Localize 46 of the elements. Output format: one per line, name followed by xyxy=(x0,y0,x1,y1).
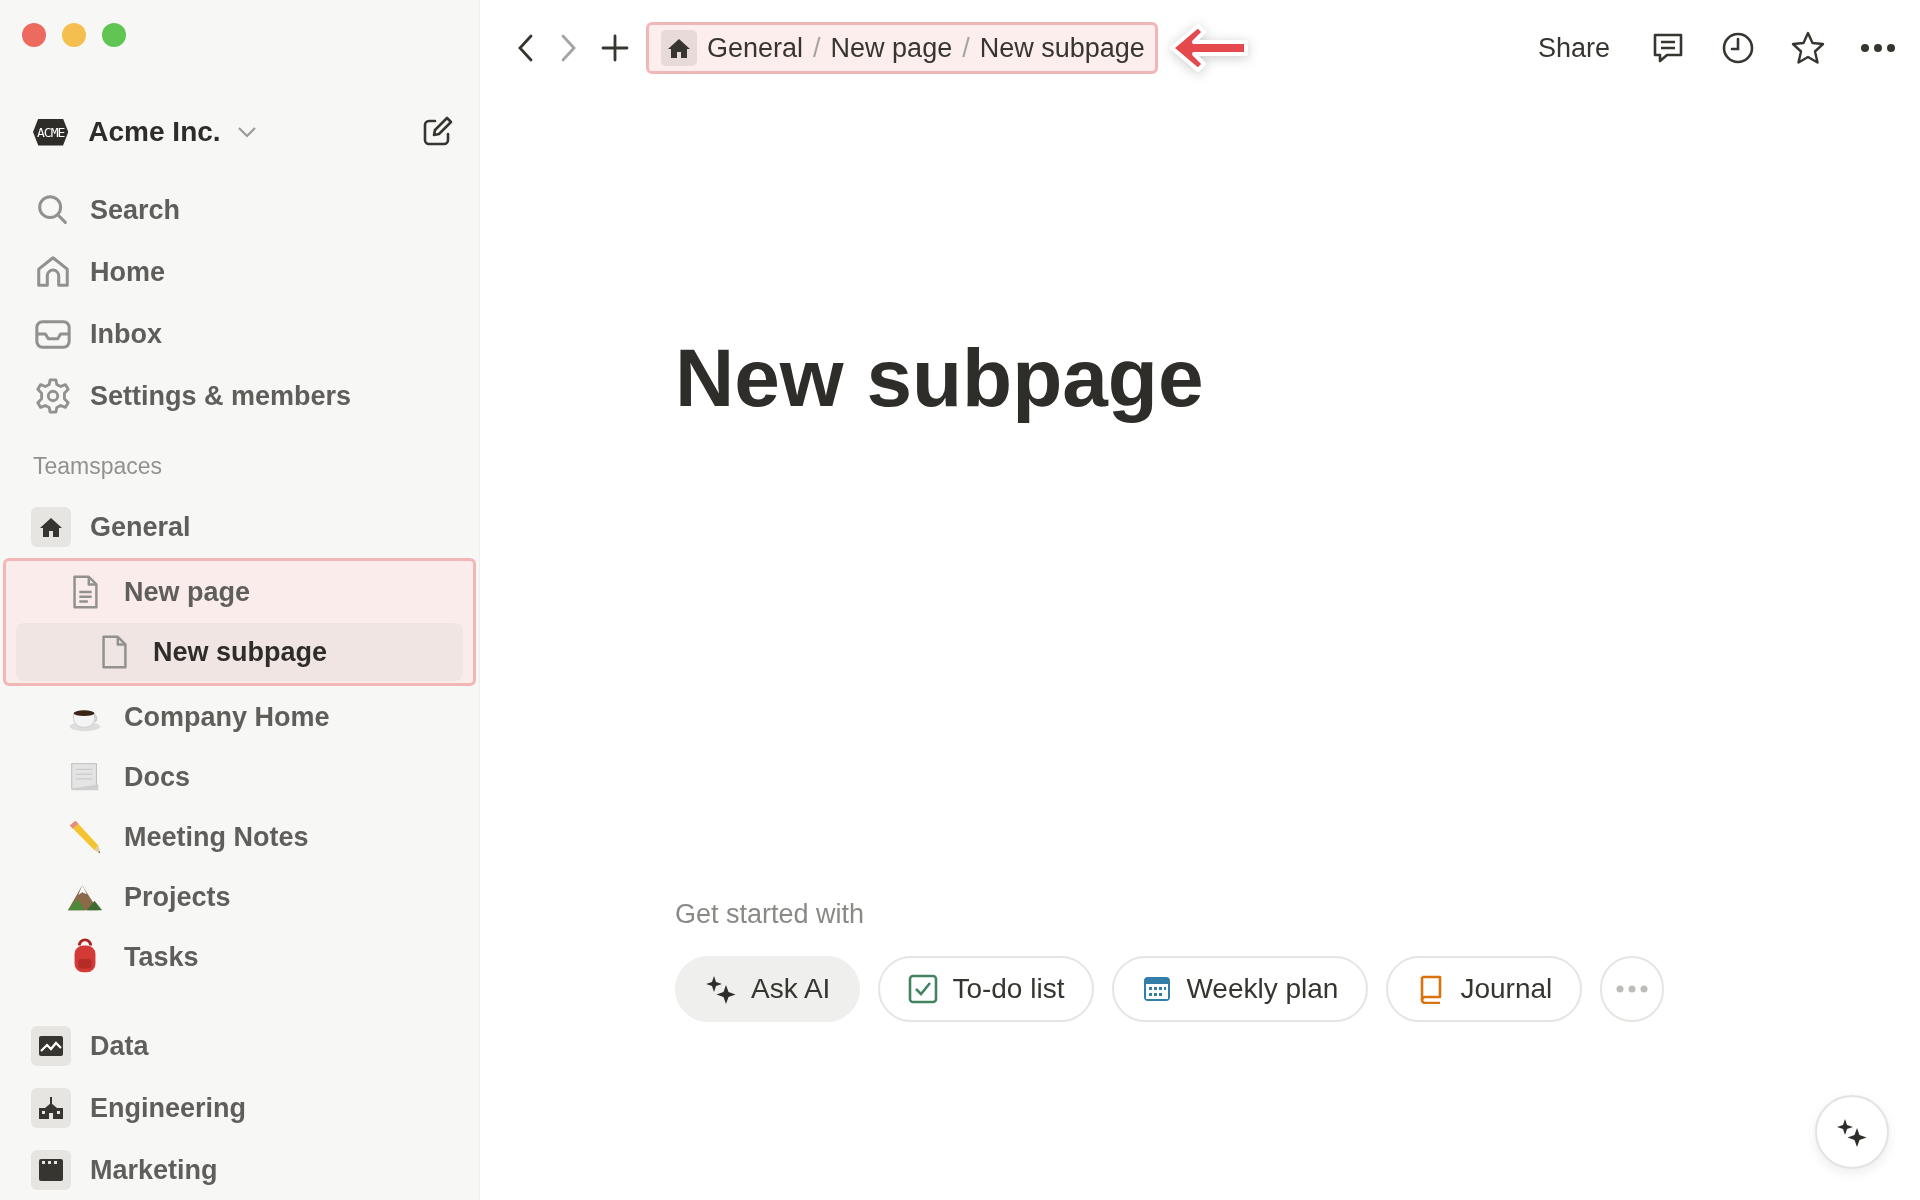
teamspace-item[interactable]: Data xyxy=(0,1015,479,1077)
page-title[interactable]: New subpage xyxy=(675,330,1920,426)
workspace-logo: ACME xyxy=(33,118,69,146)
template-chip[interactable]: Ask AI xyxy=(675,956,861,1022)
chevron-down-icon[interactable] xyxy=(236,126,257,138)
page-item[interactable]: Company Home xyxy=(16,688,463,746)
chart-icon xyxy=(31,1026,71,1066)
breadcrumb-link[interactable]: General xyxy=(707,32,804,64)
calendar-icon xyxy=(1142,974,1173,1004)
page-item[interactable]: New page xyxy=(16,563,463,621)
template-chip[interactable]: To-do list xyxy=(878,956,1095,1022)
school-icon xyxy=(31,1088,71,1128)
breadcrumb-link[interactable]: New page xyxy=(830,32,953,64)
clock-icon[interactable] xyxy=(1720,30,1756,66)
clapper-icon xyxy=(31,1150,71,1190)
sidebar-item[interactable]: Home xyxy=(0,241,479,303)
sidebar-item[interactable]: Settings & members xyxy=(0,365,479,427)
get-started-label: Get started with xyxy=(675,898,866,931)
teamspace-item[interactable]: Engineering xyxy=(0,1077,479,1139)
more-icon[interactable] xyxy=(1860,43,1896,53)
page-item[interactable]: Projects xyxy=(16,868,463,926)
home-icon xyxy=(31,507,71,547)
template-chip[interactable]: Journal xyxy=(1386,956,1583,1022)
home-icon xyxy=(661,30,697,66)
page-item[interactable]: Meeting Notes xyxy=(16,808,463,866)
plus-icon[interactable] xyxy=(600,33,630,63)
template-chip[interactable]: Weekly plan xyxy=(1112,956,1369,1022)
more-icon xyxy=(1616,985,1649,993)
share-button[interactable]: Share xyxy=(1531,28,1616,68)
workspace-name[interactable]: Acme Inc. xyxy=(88,116,221,148)
page-item[interactable]: New subpage xyxy=(16,623,463,681)
sidebar-item[interactable]: Search xyxy=(0,179,479,241)
settings-icon xyxy=(34,377,72,415)
breadcrumb-separator: / xyxy=(813,32,821,64)
window-close-button[interactable] xyxy=(22,23,46,47)
star-icon[interactable] xyxy=(1790,30,1826,66)
page-item[interactable]: Docs xyxy=(16,748,463,806)
teamspace-item[interactable]: General xyxy=(0,496,479,558)
new-page-icon[interactable] xyxy=(421,116,453,148)
sidebar-item[interactable]: Inbox xyxy=(0,303,479,365)
breadcrumb-separator: / xyxy=(962,32,970,64)
teamspace-item[interactable]: Marketing xyxy=(0,1139,479,1200)
section-label: Teamspaces xyxy=(33,452,164,481)
checkbox-icon xyxy=(908,974,939,1004)
page-item[interactable]: Tasks xyxy=(16,928,463,986)
breadcrumb-link[interactable]: New subpage xyxy=(979,32,1145,64)
